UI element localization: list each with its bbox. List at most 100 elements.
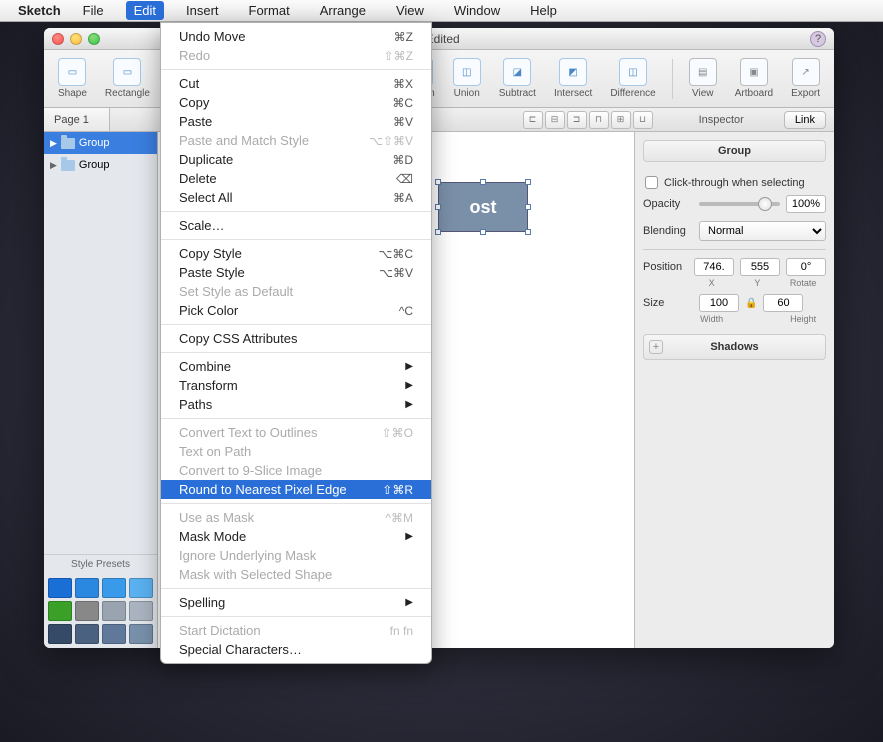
menu-edit[interactable]: Edit [126, 1, 164, 20]
menu-item[interactable]: Cut⌘X [161, 74, 431, 93]
tool-view[interactable]: ▤View [683, 56, 723, 101]
menu-help[interactable]: Help [522, 1, 565, 20]
help-icon[interactable]: ? [810, 31, 826, 47]
align-top-icon[interactable]: ⊓ [589, 111, 609, 129]
disclosure-triangle-icon[interactable]: ▶ [50, 160, 57, 171]
tool-union[interactable]: ◫Union [447, 56, 487, 101]
tool-subtract[interactable]: ◪Subtract [493, 56, 542, 101]
menu-window[interactable]: Window [446, 1, 508, 20]
resize-handle[interactable] [480, 229, 486, 235]
style-swatch[interactable] [75, 578, 99, 598]
style-swatch[interactable] [48, 624, 72, 644]
menu-item[interactable]: Special Characters… [161, 640, 431, 659]
style-swatch[interactable] [102, 578, 126, 598]
tool-rectangle[interactable]: ▭Rectangle [99, 56, 156, 101]
menu-item[interactable]: Duplicate⌘D [161, 150, 431, 169]
selected-object[interactable]: ost [438, 182, 528, 232]
menu-item[interactable]: Transform▶ [161, 376, 431, 395]
window-controls [52, 33, 100, 45]
tool-difference[interactable]: ◫Difference [604, 56, 661, 101]
y-field[interactable] [740, 258, 780, 276]
tool-artboard[interactable]: ▣Artboard [729, 56, 779, 101]
rotate-field[interactable] [786, 258, 826, 276]
menu-item[interactable]: Paths▶ [161, 395, 431, 414]
style-swatch[interactable] [129, 624, 153, 644]
app-name[interactable]: Sketch [18, 3, 61, 18]
menu-item[interactable]: Paste⌘V [161, 112, 431, 131]
x-sublabel: X [689, 278, 735, 288]
clickthrough-row[interactable]: Click-through when selecting [643, 170, 826, 195]
tool-export[interactable]: ↗Export [785, 56, 826, 101]
zoom-button[interactable] [88, 33, 100, 45]
menu-file[interactable]: File [75, 1, 112, 20]
shadows-section[interactable]: + Shadows [643, 334, 826, 360]
resize-handle[interactable] [525, 179, 531, 185]
blending-select[interactable]: Normal [699, 221, 826, 241]
style-swatch[interactable] [75, 601, 99, 621]
resize-handle[interactable] [435, 204, 441, 210]
menu-item[interactable]: Pick Color^C [161, 301, 431, 320]
menu-item: Redo⇧⌘Z [161, 46, 431, 65]
blending-label: Blending [643, 225, 693, 237]
menu-item[interactable]: Combine▶ [161, 357, 431, 376]
add-shadow-button[interactable]: + [649, 340, 663, 354]
align-right-icon[interactable]: ⊐ [567, 111, 587, 129]
resize-handle[interactable] [525, 204, 531, 210]
submenu-arrow-icon: ▶ [405, 399, 413, 410]
menu-format[interactable]: Format [241, 1, 298, 20]
position-label: Position [643, 261, 688, 273]
menu-item[interactable]: Paste Style⌥⌘V [161, 263, 431, 282]
style-swatch[interactable] [129, 601, 153, 621]
align-center-h-icon[interactable]: ⊟ [545, 111, 565, 129]
submenu-arrow-icon: ▶ [405, 361, 413, 372]
lock-icon[interactable]: 🔒 [745, 298, 757, 309]
menu-item[interactable]: Select All⌘A [161, 188, 431, 207]
layer-row[interactable]: ▶ Group [44, 154, 157, 176]
menu-item[interactable]: Spelling▶ [161, 593, 431, 612]
menu-view[interactable]: View [388, 1, 432, 20]
layers-sidebar: ▶ Group ▶ Group Style Presets [44, 132, 158, 648]
resize-handle[interactable] [435, 229, 441, 235]
height-field[interactable] [763, 294, 803, 312]
x-field[interactable] [694, 258, 734, 276]
opacity-slider[interactable] [699, 202, 780, 206]
opacity-field[interactable] [786, 195, 826, 213]
close-button[interactable] [52, 33, 64, 45]
shadows-label: Shadows [663, 341, 806, 353]
style-swatch[interactable] [102, 624, 126, 644]
tool-intersect[interactable]: ◩Intersect [548, 56, 598, 101]
menu-item[interactable]: Copy CSS Attributes [161, 329, 431, 348]
resize-handle[interactable] [480, 179, 486, 185]
layer-list: ▶ Group ▶ Group [44, 132, 157, 554]
style-swatch[interactable] [48, 601, 72, 621]
layer-row[interactable]: ▶ Group [44, 132, 157, 154]
menu-item[interactable]: Delete⌫ [161, 169, 431, 188]
disclosure-triangle-icon[interactable]: ▶ [50, 138, 57, 149]
menu-arrange[interactable]: Arrange [312, 1, 374, 20]
link-button[interactable]: Link [784, 111, 826, 129]
align-middle-icon[interactable]: ⊞ [611, 111, 631, 129]
menu-item[interactable]: Undo Move⌘Z [161, 27, 431, 46]
style-swatch[interactable] [48, 578, 72, 598]
menu-item[interactable]: Round to Nearest Pixel Edge⇧⌘R [161, 480, 431, 499]
menu-item[interactable]: Copy⌘C [161, 93, 431, 112]
width-field[interactable] [699, 294, 739, 312]
resize-handle[interactable] [435, 179, 441, 185]
style-swatch[interactable] [102, 601, 126, 621]
minimize-button[interactable] [70, 33, 82, 45]
y-sublabel: Y [735, 278, 781, 288]
tool-shape[interactable]: ▭Shape [52, 56, 93, 101]
menu-item[interactable]: Copy Style⌥⌘C [161, 244, 431, 263]
menu-item[interactable]: Mask Mode▶ [161, 527, 431, 546]
align-left-icon[interactable]: ⊏ [523, 111, 543, 129]
menu-insert[interactable]: Insert [178, 1, 227, 20]
slider-knob[interactable] [758, 197, 772, 211]
inspector-panel: Group Click-through when selecting Opaci… [634, 132, 834, 648]
page-tab[interactable]: Page 1 [44, 108, 110, 131]
style-swatch[interactable] [129, 578, 153, 598]
checkbox[interactable] [645, 176, 658, 189]
align-bottom-icon[interactable]: ⊔ [633, 111, 653, 129]
style-swatch[interactable] [75, 624, 99, 644]
menu-item[interactable]: Scale… [161, 216, 431, 235]
resize-handle[interactable] [525, 229, 531, 235]
